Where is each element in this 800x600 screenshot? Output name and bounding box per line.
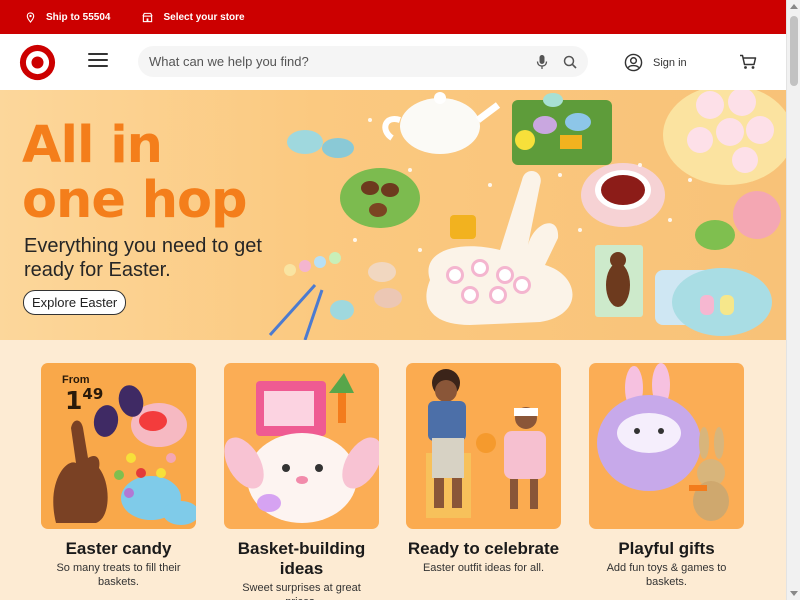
sign-in-label: Sign in <box>653 56 687 69</box>
store-icon <box>142 12 154 22</box>
hero-subtitle: Everything you need to get ready for Eas… <box>24 235 262 281</box>
card-title: Easter candy <box>65 539 172 558</box>
price-badge: 149 <box>65 385 103 415</box>
search-bar <box>138 46 588 77</box>
microphone-icon[interactable] <box>535 54 549 70</box>
search-icon[interactable] <box>563 55 577 69</box>
page-scrollbar[interactable] <box>786 0 800 600</box>
ship-to-label: Ship to 55504 <box>46 11 111 23</box>
card-ready-to-celebrate[interactable]: Ready to celebrate Easter outfit ideas f… <box>406 363 561 575</box>
explore-easter-button[interactable]: Explore Easter <box>23 290 127 315</box>
sign-in-button[interactable]: Sign in <box>624 53 687 72</box>
card-description: So many treats to fill their baskets. <box>56 562 181 588</box>
card-title: Playful gifts <box>618 539 715 558</box>
card-description: Easter outfit ideas for all. <box>422 562 545 574</box>
ship-to-button[interactable]: Ship to 55504 <box>25 12 110 23</box>
scrollbar-thumb[interactable] <box>790 16 798 86</box>
card-description: Sweet surprises at great prices. <box>242 582 361 600</box>
hero-headline-line2: one hop <box>22 171 248 230</box>
card-title: Basket-building ideas <box>237 539 366 578</box>
category-cards: From 149 Easter candy So many treats to … <box>0 340 786 600</box>
cart-icon[interactable] <box>739 54 757 70</box>
card-description: Add fun toys & games to baskets. <box>606 562 727 588</box>
search-input[interactable] <box>138 54 535 69</box>
account-icon <box>624 53 643 72</box>
select-store-label: Select your store <box>163 11 245 23</box>
card-basket-building-ideas[interactable]: Basket-building ideas Sweet surprises at… <box>224 363 379 600</box>
price-whole: 1 <box>65 386 83 415</box>
card-playful-gifts[interactable]: Playful gifts Add fun toys & games to ba… <box>589 363 744 589</box>
easter-table-illustration <box>268 90 786 340</box>
hero-headline: All in one hop <box>22 116 248 230</box>
main-header: Sign in <box>0 34 786 90</box>
card-easter-candy[interactable]: From 149 Easter candy So many treats to … <box>41 363 196 589</box>
easter-hero-banner: All in one hop Everything you need to ge… <box>0 90 786 340</box>
card-image-basket-building <box>224 363 379 529</box>
target-logo[interactable] <box>19 44 56 81</box>
card-title: Ready to celebrate <box>407 539 560 558</box>
top-utility-bar: Ship to 55504 Select your store <box>0 0 786 34</box>
scroll-down-arrow-icon[interactable] <box>790 591 798 596</box>
select-store-button[interactable]: Select your store <box>142 11 245 23</box>
card-image-ready-to-celebrate <box>406 363 561 529</box>
location-pin-icon <box>26 11 35 23</box>
scroll-up-arrow-icon[interactable] <box>790 4 798 9</box>
menu-icon[interactable] <box>88 53 108 69</box>
price-cents: 49 <box>82 385 104 403</box>
card-image-easter-candy: From 149 <box>41 363 196 529</box>
card-image-playful-gifts <box>589 363 744 529</box>
hero-headline-line1: All in <box>22 116 163 175</box>
